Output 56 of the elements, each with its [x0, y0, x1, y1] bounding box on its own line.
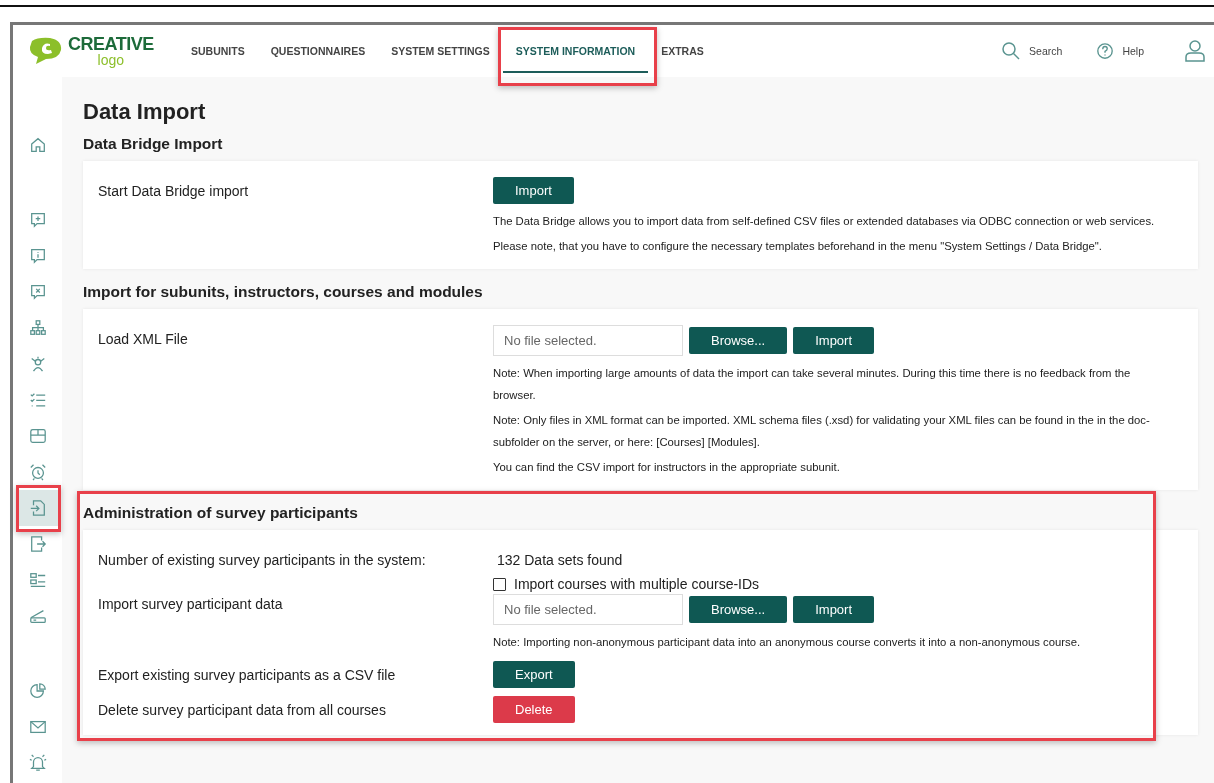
home-icon — [28, 136, 47, 154]
pie-chart-icon — [28, 682, 47, 700]
note-text: The Data Bridge allows you to import data from self-defined CSV files or extended databases via ODBC connection or web services. — [493, 214, 1155, 229]
speech-bubble-info-icon — [28, 247, 47, 265]
section-heading: Administration of survey participants — [83, 504, 359, 522]
user-icon[interactable] — [1184, 39, 1206, 63]
nav-tab[interactable]: QUESTIONNAIRES — [257, 25, 379, 77]
speech-bubble-x-icon — [28, 283, 47, 301]
action-button[interactable]: Import — [793, 327, 875, 354]
bell-icon — [28, 754, 47, 772]
file-import-icon — [28, 499, 47, 517]
nav-tab[interactable]: SYSTEM SETTINGS — [378, 25, 503, 77]
search-button[interactable]: Search — [995, 40, 1069, 62]
scanner-icon — [28, 607, 47, 625]
list-icon — [28, 571, 47, 589]
help-button[interactable]: Help — [1090, 41, 1150, 61]
action-button[interactable]: Browse... — [689, 327, 788, 354]
speech-bubble-plus-icon — [28, 211, 47, 229]
note-text: Note: Importing non-anonymous participant data into an anonymous course converts it into a non-anonymous course. — [493, 635, 1081, 650]
search-icon — [1001, 41, 1022, 61]
row-label: Export existing survey participants as a CSV file — [98, 666, 397, 683]
note-text: Note: Only files in XML format can be imported. XML schema files (.xsd) for validating your XML files can be found in the in the doc-subfolder on the server, or here: [Courses] [Modules]. — [493, 413, 1151, 450]
row-label: Import survey participant data — [98, 595, 284, 612]
file-field[interactable]: No file selected. — [493, 594, 683, 625]
action-button[interactable]: Export — [493, 661, 575, 688]
checklist-icon — [28, 391, 47, 409]
page-title: Data Import — [83, 99, 207, 125]
note-text: You can find the CSV import for instructors in the appropriate subunit. — [493, 460, 840, 475]
nav-tab[interactable]: SUBUNITS — [178, 25, 258, 77]
nav-tab[interactable]: EXTRAS — [648, 25, 717, 77]
note-text: Note: When importing large amounts of data the import can take several minutes. During this time there is no feedback from the browser. — [493, 366, 1132, 403]
file-field[interactable]: No file selected. — [493, 325, 683, 356]
box-icon — [28, 427, 47, 445]
help-icon — [1096, 42, 1115, 60]
row-label: Number of existing survey participants in the system: — [98, 551, 427, 568]
result-text: 132 Data sets found — [496, 551, 624, 568]
logo-word: CREATIVE — [68, 35, 154, 53]
envelope-icon — [28, 718, 47, 736]
action-button[interactable]: Import — [793, 596, 875, 623]
sidebar-item[interactable] — [17, 490, 58, 526]
section-heading: Import for subunits, instructors, courses and modules — [83, 283, 484, 301]
note-text: Please note, that you have to configure the necessary templates beforehand in the menu "System Settings / Data Bridge". — [493, 239, 1102, 254]
row-label: Load XML File — [98, 330, 189, 347]
org-chart-icon — [28, 319, 47, 337]
logo-subtitle: logo — [97, 53, 125, 67]
delete-button[interactable]: Delete — [493, 696, 575, 723]
alarm-clock-icon — [28, 463, 47, 481]
action-button[interactable]: Import — [493, 177, 574, 204]
file-export-icon — [28, 535, 47, 553]
checkbox-option[interactable]: Import courses with multiple course-IDs — [493, 576, 760, 592]
action-button[interactable]: Browse... — [689, 596, 788, 623]
nav-tab[interactable]: SYSTEM INFORMATION — [502, 25, 649, 77]
row-label: Start Data Bridge import — [98, 182, 250, 199]
checkbox[interactable] — [493, 577, 506, 591]
row-label: Delete survey participant data from all courses — [98, 701, 387, 718]
section-heading: Data Bridge Import — [83, 135, 224, 153]
